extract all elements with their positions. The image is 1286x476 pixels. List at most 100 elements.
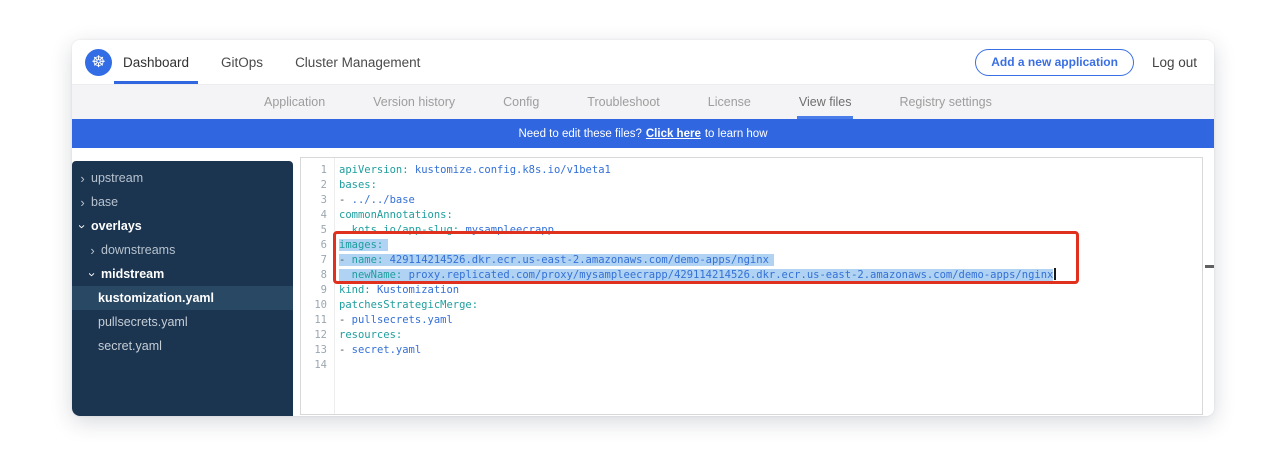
token-val: Kustomization (377, 284, 459, 296)
code-line-11[interactable]: - pullsecrets.yaml (339, 313, 1202, 328)
tree-item-label: kustomization.yaml (98, 291, 214, 305)
line-number: 8 (301, 268, 327, 283)
text-cursor (1054, 268, 1056, 280)
token-val: pullsecrets.yaml (352, 314, 453, 326)
token-key: commonAnnotations: (339, 209, 453, 221)
tree-item-label: midstream (101, 267, 164, 281)
code-line-4[interactable]: commonAnnotations: (339, 208, 1202, 223)
selected-text: newName: proxy.replicated.com/proxy/mysa… (339, 269, 1053, 281)
token-val: mysampleecrapp (465, 224, 554, 236)
banner-text-before: Need to edit these files? (518, 128, 641, 140)
tree-item-label: secret.yaml (98, 339, 162, 353)
app-window: ☸ Dashboard GitOps Cluster Management Add … (72, 40, 1214, 416)
chevron-right-icon: › (88, 244, 97, 257)
chevron-right-icon: › (78, 172, 87, 185)
token-key: kind: (339, 284, 371, 296)
token-val: 429114214526.dkr.ecr.us-east-2.amazonaws… (390, 254, 769, 266)
nav-tab-cluster-management[interactable]: Cluster Management (286, 40, 429, 84)
token-meta: - (339, 344, 352, 356)
nav-tab-gitops[interactable]: GitOps (212, 40, 272, 84)
banner-click-here-link[interactable]: Click here (646, 128, 701, 140)
line-number: 10 (301, 298, 327, 313)
line-number: 5 (301, 223, 327, 238)
line-number: 11 (301, 313, 327, 328)
tree-item-base[interactable]: › base (72, 190, 293, 214)
chevron-right-icon: › (78, 196, 87, 209)
subnav-tab-application[interactable]: Application (262, 85, 327, 119)
top-nav-tabs: Dashboard GitOps Cluster Management (112, 40, 429, 84)
token-key: kots.io/app-slug: (352, 224, 459, 236)
token-plain (339, 224, 352, 236)
subnav-tab-troubleshoot[interactable]: Troubleshoot (585, 85, 662, 119)
subnav-tab-version-history[interactable]: Version history (371, 85, 457, 119)
line-number: 1 (301, 163, 327, 178)
chevron-down-icon: › (76, 222, 89, 231)
line-number-gutter: 1234567891011121314 (301, 158, 335, 414)
application-subnav: Application Version history Config Troubles… (72, 85, 1214, 119)
code-pane[interactable]: apiVersion: kustomize.config.k8s.io/v1be… (335, 158, 1202, 414)
subnav-tab-view-files[interactable]: View files (797, 85, 854, 119)
code-editor[interactable]: 1234567891011121314 apiVersion: kustomiz… (300, 157, 1203, 415)
token-plain (339, 269, 352, 281)
code-line-8[interactable]: newName: proxy.replicated.com/proxy/mysa… (339, 268, 1202, 283)
tree-item-label: base (91, 195, 118, 209)
subnav-tab-config[interactable]: Config (501, 85, 541, 119)
token-key: images: (339, 239, 383, 251)
code-line-7[interactable]: - name: 429114214526.dkr.ecr.us-east-2.a… (339, 253, 1202, 268)
code-line-2[interactable]: bases: (339, 178, 1202, 193)
line-number: 13 (301, 343, 327, 358)
top-nav-right: Add a new application Log out (975, 40, 1214, 84)
tree-item-midstream[interactable]: ›midstream (72, 262, 293, 286)
line-number: 7 (301, 253, 327, 268)
code-line-13[interactable]: - secret.yaml (339, 343, 1202, 358)
code-line-9[interactable]: kind: Kustomization (339, 283, 1202, 298)
code-line-14[interactable] (339, 358, 1202, 373)
line-number: 6 (301, 238, 327, 253)
tree-item-secret-yaml[interactable]: secret.yaml (72, 334, 293, 358)
token-val: ../../base (352, 194, 415, 206)
tree-item-kustomization-yaml[interactable]: kustomization.yaml (72, 286, 293, 310)
token-key: patchesStrategicMerge: (339, 299, 478, 311)
tree-item-overlays[interactable]: ›overlays (72, 214, 293, 238)
subnav-tab-license[interactable]: License (706, 85, 753, 119)
kubernetes-logo-icon: ☸ (85, 49, 112, 76)
code-line-3[interactable]: - ../../base (339, 193, 1202, 208)
tree-item-downstreams[interactable]: ›downstreams (72, 238, 293, 262)
code-line-1[interactable]: apiVersion: kustomize.config.k8s.io/v1be… (339, 163, 1202, 178)
nav-tab-dashboard[interactable]: Dashboard (114, 40, 198, 84)
top-navigation-bar: ☸ Dashboard GitOps Cluster Management Add … (72, 40, 1214, 85)
file-tree-sidebar: ›upstream›base›overlays›downstreams›mids… (72, 161, 293, 416)
line-number: 2 (301, 178, 327, 193)
tree-item-upstream[interactable]: › upstream (72, 166, 293, 190)
code-line-6[interactable]: images: (339, 238, 1202, 253)
selected-text: - name: 429114214526.dkr.ecr.us-east-2.a… (339, 254, 774, 266)
token-key: apiVersion: (339, 164, 409, 176)
chevron-down-icon: › (86, 270, 99, 279)
logout-button[interactable]: Log out (1152, 55, 1197, 70)
line-number: 14 (301, 358, 327, 373)
tree-item-label: upstream (91, 171, 143, 185)
subnav-tab-registry-settings[interactable]: Registry settings (897, 85, 993, 119)
edit-files-banner: Need to edit these files? Click here to … (72, 119, 1214, 148)
banner-text-after: to learn how (705, 128, 768, 140)
token-meta: - (339, 254, 352, 266)
tree-item-label: overlays (91, 219, 142, 233)
token-meta: - (339, 314, 352, 326)
tree-item-label: pullsecrets.yaml (98, 315, 188, 329)
token-val: secret.yaml (352, 344, 422, 356)
selected-text: images: (339, 239, 388, 251)
code-line-5[interactable]: kots.io/app-slug: mysampleecrapp (339, 223, 1202, 238)
tree-item-pullsecrets-yaml[interactable]: pullsecrets.yaml (72, 310, 293, 334)
add-new-application-button[interactable]: Add a new application (975, 49, 1134, 76)
line-number: 12 (301, 328, 327, 343)
view-files-content: ›upstream›base›overlays›downstreams›mids… (72, 148, 1214, 416)
line-number: 9 (301, 283, 327, 298)
line-number: 4 (301, 208, 327, 223)
token-key: resources: (339, 329, 402, 341)
token-key: name: (352, 254, 384, 266)
token-key: newName: (352, 269, 403, 281)
editor-scrollbar-thumb[interactable] (1205, 265, 1214, 268)
code-line-10[interactable]: patchesStrategicMerge: (339, 298, 1202, 313)
line-number: 3 (301, 193, 327, 208)
code-line-12[interactable]: resources: (339, 328, 1202, 343)
